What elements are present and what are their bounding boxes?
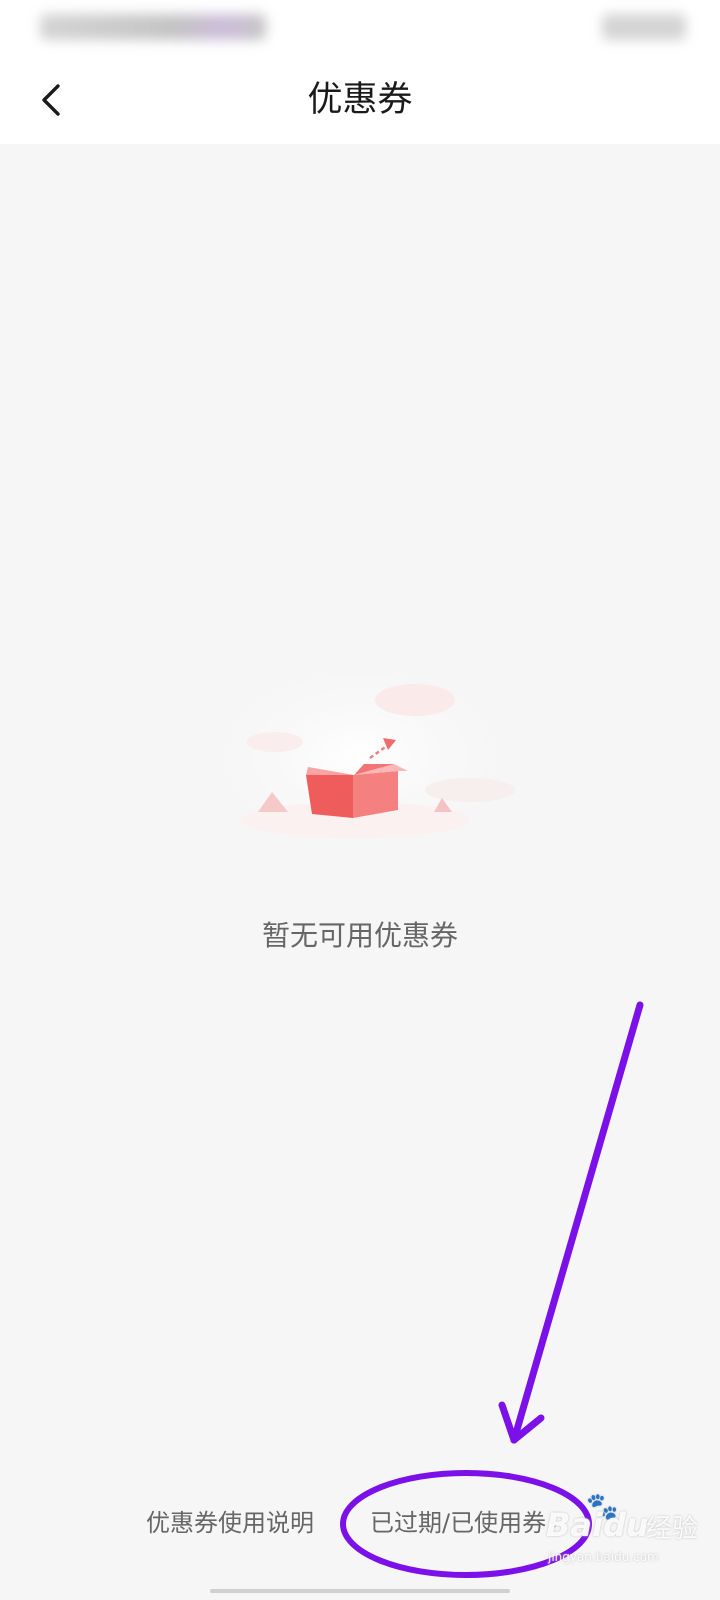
navigation-bar: 优惠券	[0, 56, 720, 144]
watermark-service: 经验	[646, 1514, 699, 1544]
empty-box-illustration	[185, 635, 535, 855]
status-bar	[0, 0, 720, 56]
expired-used-coupons-label: 已过期/已使用券	[370, 1509, 547, 1537]
annotation-arrowhead-left	[498, 1401, 518, 1444]
home-indicator[interactable]	[210, 1589, 510, 1593]
watermark-url: jingyan.baidu.com	[548, 1550, 659, 1564]
expired-used-coupons-link[interactable]: 已过期/已使用券 ›	[370, 1506, 559, 1542]
annotation-arrow	[510, 1001, 644, 1444]
coupon-instructions-link[interactable]: 优惠券使用说明	[146, 1506, 314, 1540]
status-bar-right-icons	[602, 14, 686, 40]
annotation-arrowhead-right	[510, 1414, 545, 1444]
status-bar-left-icons	[40, 14, 266, 40]
empty-state-message: 暂无可用优惠券	[261, 919, 458, 952]
baidu-jingyan-watermark: 🐾 Baidu 经验 jingyan.baidu.com	[546, 1492, 716, 1572]
page-title: 优惠券	[307, 80, 413, 120]
watermark-brand: Baidu	[546, 1506, 649, 1544]
